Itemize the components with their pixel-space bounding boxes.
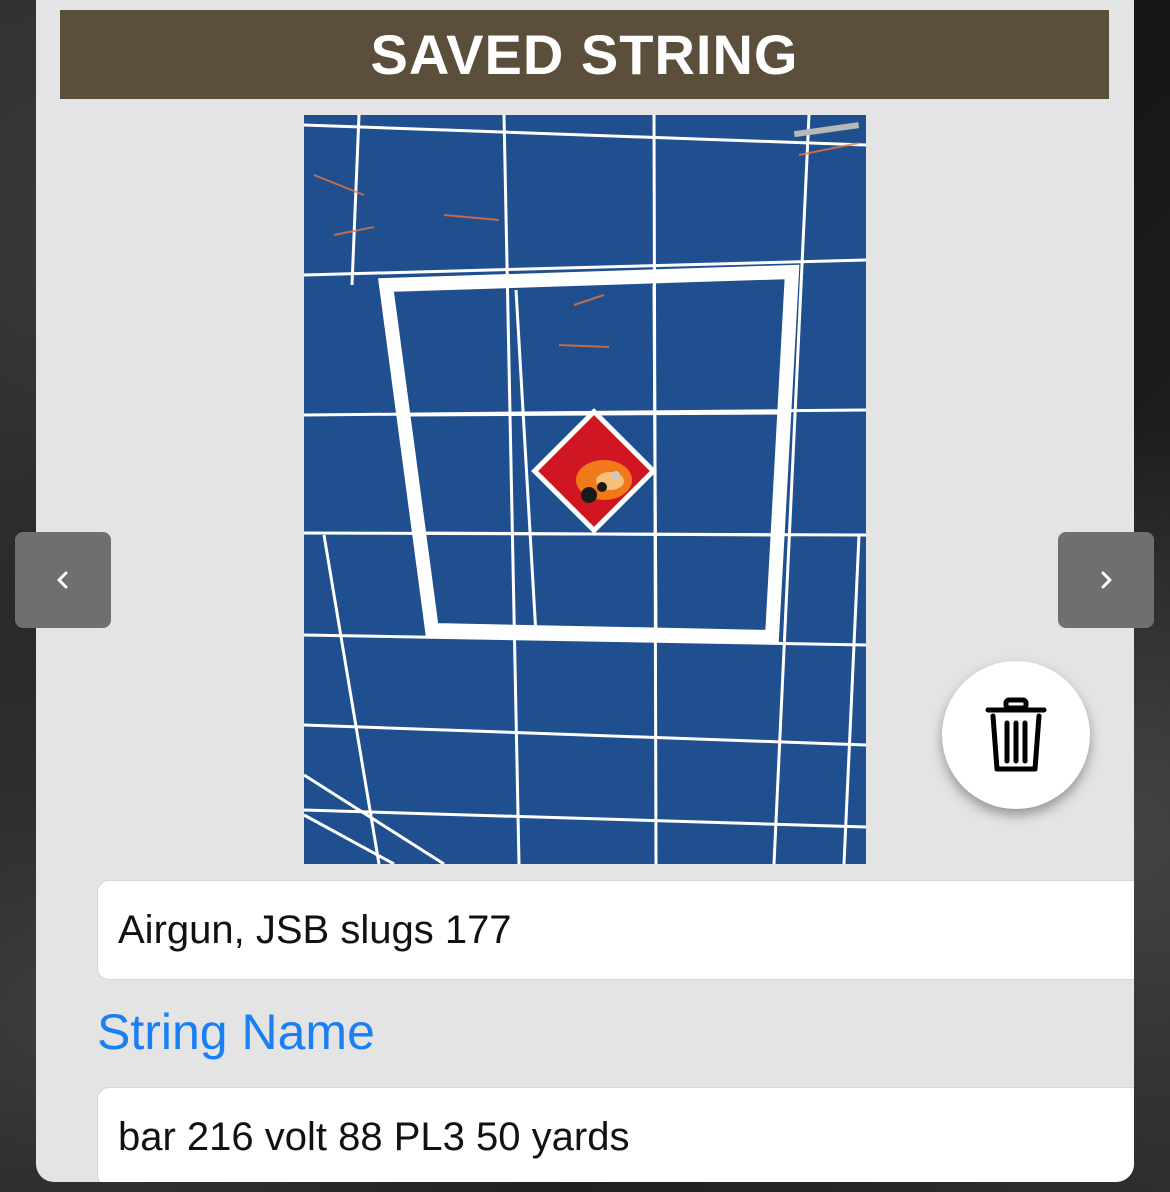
chevron-right-icon — [1101, 571, 1112, 589]
string-name-label: String Name — [97, 1004, 375, 1060]
saved-string-modal: SAVED STRING Airgun, JSB slugs 177 Strin… — [36, 0, 1134, 1182]
next-button[interactable] — [1058, 532, 1154, 628]
delete-button[interactable] — [942, 661, 1090, 809]
target-image — [304, 115, 866, 864]
string-name-value: bar 216 volt 88 PL3 50 yards — [118, 1114, 630, 1159]
ammo-value: Airgun, JSB slugs 177 — [118, 907, 512, 952]
target-photo — [304, 115, 866, 864]
page-title: SAVED STRING — [370, 23, 799, 86]
trash-icon — [985, 697, 1047, 772]
chevron-left-icon — [57, 571, 68, 589]
ammo-field[interactable]: Airgun, JSB slugs 177 — [97, 880, 1134, 980]
previous-button[interactable] — [15, 532, 111, 628]
string-name-field[interactable]: bar 216 volt 88 PL3 50 yards — [97, 1087, 1134, 1182]
title-bar: SAVED STRING — [60, 10, 1109, 99]
